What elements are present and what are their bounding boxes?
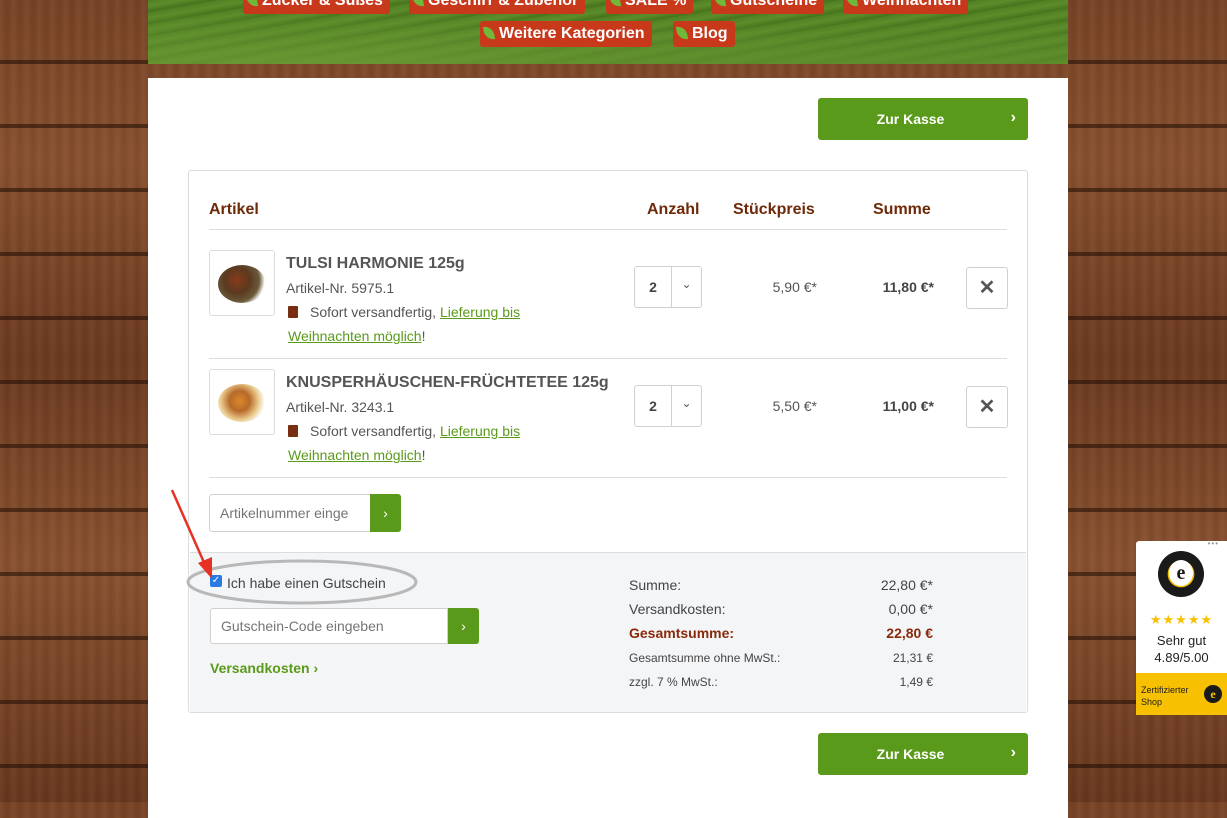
grand-total-value: 22,80 € bbox=[886, 625, 933, 641]
divider bbox=[209, 229, 1007, 230]
vat-label: zzgl. 7 % MwSt.: bbox=[629, 675, 718, 689]
nav-item-geschirr[interactable]: Geschirr & Zubehör bbox=[409, 0, 586, 14]
close-icon: ✕ bbox=[978, 277, 996, 299]
shipping-label: Versandkosten: bbox=[629, 601, 726, 617]
leaf-icon bbox=[245, 0, 259, 8]
trusted-shops-widget[interactable]: ••• e ★★★★★ Sehr gut 4.89/5.00 Zertifizi… bbox=[1136, 539, 1227, 715]
product-article-no: Artikel-Nr. 3243.1 bbox=[286, 399, 395, 415]
unit-price: 5,50 €* bbox=[772, 398, 817, 414]
trusted-shops-seal: e bbox=[1158, 551, 1204, 597]
tea-image bbox=[218, 265, 266, 303]
grand-total-label: Gesamtsumme: bbox=[629, 625, 735, 641]
subtotal-value: 22,80 €* bbox=[880, 577, 933, 593]
header-unit-price: Stückpreis bbox=[733, 201, 815, 218]
chevron-down-icon: ⌄ bbox=[681, 277, 692, 291]
remove-item-button[interactable]: ✕ bbox=[966, 386, 1008, 428]
leaf-icon bbox=[845, 0, 859, 8]
rating-text: Sehr gut bbox=[1156, 633, 1207, 648]
chevron-down-icon: ⌄ bbox=[681, 396, 692, 410]
certified-text: Zertifizierter Shop bbox=[1141, 685, 1189, 707]
rating-stars: ★★★★★ bbox=[1149, 612, 1214, 627]
net-total-label: Gesamtsumme ohne MwSt.: bbox=[629, 651, 781, 665]
remove-item-button[interactable]: ✕ bbox=[966, 267, 1008, 309]
leaf-icon bbox=[482, 25, 496, 41]
voucher-code-input[interactable] bbox=[210, 608, 448, 644]
nav-item-weihnachten[interactable]: Weihnachten bbox=[843, 0, 969, 14]
header-qty: Anzahl bbox=[647, 201, 700, 218]
divider bbox=[209, 358, 1007, 359]
product-image[interactable] bbox=[209, 250, 275, 316]
clipboard-icon bbox=[288, 425, 298, 437]
line-sum: 11,00 €* bbox=[882, 398, 934, 414]
header-banner: Zucker & Süßes Geschirr & Zubehör SALE %… bbox=[148, 0, 1068, 64]
chevron-right-icon: › bbox=[1010, 109, 1016, 126]
quantity-select[interactable]: 2 ⌄ bbox=[634, 266, 702, 308]
nav-item-gutscheine[interactable]: Gutscheine bbox=[711, 0, 825, 14]
apply-voucher-button[interactable]: › bbox=[448, 608, 479, 644]
subtotal-label: Summe: bbox=[629, 577, 682, 593]
nav-item-blog[interactable]: Blog bbox=[673, 21, 735, 47]
leaf-icon bbox=[608, 0, 622, 8]
divider bbox=[209, 477, 1007, 478]
clipboard-icon bbox=[288, 306, 298, 318]
cart-table: Artikel Anzahl Stückpreis Summe TULSI HA… bbox=[188, 170, 1028, 713]
chevron-right-icon: › bbox=[461, 618, 466, 634]
nav-item-zucker[interactable]: Zucker & Süßes bbox=[243, 0, 390, 14]
annotation-arrow-line bbox=[170, 489, 208, 568]
product-name[interactable]: KNUSPERHÄUSCHEN-FRÜCHTETEE 125g bbox=[286, 374, 609, 392]
certified-badge: Zertifizierter Shop e bbox=[1136, 673, 1227, 715]
tea-image bbox=[218, 384, 266, 422]
header-sum: Summe bbox=[873, 201, 931, 218]
chevron-right-icon: › bbox=[1010, 744, 1016, 761]
trusted-shops-logo-icon: e bbox=[1204, 685, 1222, 703]
leaf-icon bbox=[713, 0, 727, 8]
product-name[interactable]: TULSI HARMONIE 125g bbox=[286, 255, 465, 273]
nav-item-sale[interactable]: SALE % bbox=[606, 0, 694, 14]
checkout-button-top[interactable]: Zur Kasse › bbox=[818, 98, 1028, 140]
annotation-overlay bbox=[170, 489, 418, 605]
quantity-select[interactable]: 2 ⌄ bbox=[634, 385, 702, 427]
product-image[interactable] bbox=[209, 369, 275, 435]
annotation-ellipse bbox=[186, 559, 418, 605]
line-sum: 11,80 €* bbox=[882, 279, 934, 295]
more-icon[interactable]: ••• bbox=[1208, 539, 1219, 548]
shipping-value: 0,00 €* bbox=[888, 601, 933, 617]
shipping-info: Sofort versandfertig, Lieferung bis Weih… bbox=[288, 423, 521, 463]
vat-value: 1,49 € bbox=[899, 675, 933, 689]
product-article-no: Artikel-Nr. 5975.1 bbox=[286, 280, 395, 296]
rating-score: 4.89/5.00 bbox=[1154, 650, 1209, 665]
annotation-arrow-head bbox=[198, 557, 212, 579]
shipping-info: Sofort versandfertig, Lieferung bis Weih… bbox=[288, 304, 521, 344]
header-article: Artikel bbox=[209, 201, 259, 218]
leaf-icon bbox=[411, 0, 425, 8]
leaf-icon bbox=[675, 25, 689, 41]
unit-price: 5,90 €* bbox=[772, 279, 817, 295]
checkout-button-bottom[interactable]: Zur Kasse › bbox=[818, 733, 1028, 775]
net-total-value: 21,31 € bbox=[892, 651, 933, 665]
close-icon: ✕ bbox=[978, 396, 996, 418]
nav-item-weitere-kategorien[interactable]: Weitere Kategorien bbox=[480, 21, 652, 47]
shipping-costs-link[interactable]: Versandkosten › bbox=[210, 660, 318, 676]
